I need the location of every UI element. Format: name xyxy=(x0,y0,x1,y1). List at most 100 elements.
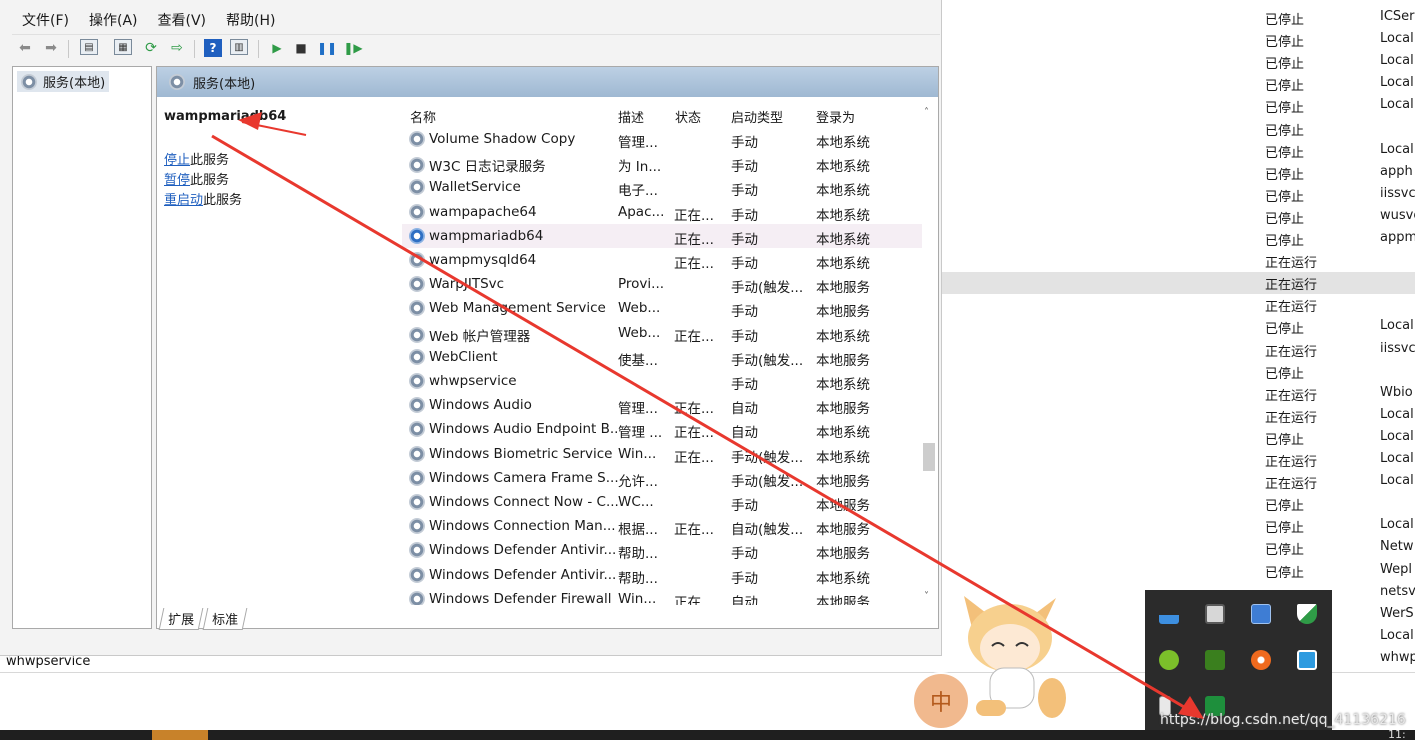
menu-action[interactable]: 操作(A) xyxy=(79,8,148,30)
background-status: 正在运行 xyxy=(1265,300,1318,316)
service-gear-icon xyxy=(409,157,425,174)
column-header-description[interactable]: 描述 xyxy=(618,107,644,126)
background-row: 正在运行 iissvc xyxy=(942,338,1415,360)
shield-icon[interactable] xyxy=(1297,604,1317,624)
tab-extended[interactable]: 扩展 xyxy=(158,608,204,630)
background-status: 已停止 xyxy=(1265,189,1305,205)
service-startup-type: 手动(触发... xyxy=(731,280,804,297)
menu-help[interactable]: 帮助(H) xyxy=(216,8,285,30)
tray-overflow-popup xyxy=(1145,590,1332,730)
service-row[interactable]: Windows Defender Antivir... 帮助... 手动 本地服务 xyxy=(402,538,922,562)
service-log-on-as: 本地系统 xyxy=(816,256,870,272)
background-row: 正在运行 Local xyxy=(942,404,1415,426)
action-suffix: 此服务 xyxy=(190,173,230,188)
taskbar: 11: xyxy=(0,728,1415,740)
service-row[interactable]: wampmysqld64 正在... 手动 本地系统 xyxy=(402,248,922,272)
console-tree-icon[interactable]: ▤ xyxy=(80,39,98,55)
service-row[interactable]: Windows Audio 管理... 正在... 自动 本地服务 xyxy=(402,393,922,417)
restart-service-icon[interactable]: ❚▶ xyxy=(343,39,362,57)
taskbar-active-app[interactable] xyxy=(152,730,208,740)
service-row[interactable]: Volume Shadow Copy 管理... 手动 本地系统 xyxy=(402,127,922,151)
service-name-cell: WebClient xyxy=(409,348,619,365)
help-icon[interactable]: ? xyxy=(204,39,222,57)
background-row: 已停止 xyxy=(942,492,1415,514)
service-row[interactable]: Windows Connect Now - C... WC... 手动 本地服务 xyxy=(402,490,922,514)
input-method-badge[interactable]: 中 xyxy=(912,672,970,730)
scroll-thumb[interactable] xyxy=(923,443,935,471)
background-row: 正在运行 xyxy=(942,249,1415,271)
services-window: 文件(F) 操作(A) 查看(V) 帮助(H) ⬅ ➡ ▤ ▦ ⟳ ⇨ ? ▥ … xyxy=(0,0,942,656)
network-icon[interactable] xyxy=(1159,604,1179,624)
service-row[interactable]: WebClient 使基... 手动(触发... 本地服务 xyxy=(402,345,922,369)
service-row[interactable]: Windows Audio Endpoint B... 管理 ... 正在... 自动… xyxy=(402,417,922,441)
export-list-icon[interactable]: ⇨ xyxy=(168,39,186,57)
service-row[interactable]: wampmariadb64 正在... 手动 本地系统 xyxy=(402,223,922,248)
stop-service-link[interactable]: 停止 xyxy=(164,153,190,168)
service-startup-type: 手动 xyxy=(731,546,758,563)
service-row[interactable]: Windows Biometric Service Win... 正在... 手动(触… xyxy=(402,442,922,466)
service-row[interactable]: WalletService 电子... 手动 本地系统 xyxy=(402,175,922,199)
back-arrow-icon[interactable]: ⬅ xyxy=(16,39,34,57)
tab-standard[interactable]: 标准 xyxy=(202,608,248,630)
service-row[interactable]: WarpJITSvc Provi... 手动(触发... 本地服务 xyxy=(402,272,922,296)
services-detail-pane: 服务(本地) wampmariadb64 停止此服务 暂停此服务 重启动此服务 … xyxy=(156,66,939,630)
service-startup-type: 手动 xyxy=(731,207,758,224)
service-gear-icon xyxy=(409,397,425,414)
menu-view[interactable]: 查看(V) xyxy=(148,8,217,30)
column-header-log-on-as[interactable]: 登录为 xyxy=(816,107,855,126)
service-row[interactable]: Windows Connection Man... 根据... 正在... 自动(触发… xyxy=(402,514,922,538)
service-row[interactable]: Windows Defender Antivir... 帮助... 手动 本地系统 xyxy=(402,563,922,587)
service-status: 正在... xyxy=(674,425,714,442)
scroll-up-icon[interactable]: ˄ xyxy=(924,107,929,118)
background-log-on: Local xyxy=(1380,473,1414,489)
column-header-status[interactable]: 状态 xyxy=(675,107,701,126)
pause-service-link[interactable]: 暂停 xyxy=(164,173,190,188)
service-description: Apac... xyxy=(618,203,665,220)
service-row[interactable]: Web 帐户管理器 Web... 正在... 手动 本地系统 xyxy=(402,321,922,345)
service-log-on-as: 本地服务 xyxy=(816,546,870,563)
start-service-icon[interactable]: ▶ xyxy=(268,39,286,57)
service-name-cell: WarpJITSvc xyxy=(409,276,619,293)
service-row[interactable]: W3C 日志记录服务 为 In... 手动 本地系统 xyxy=(402,151,922,175)
background-status: 已停止 xyxy=(1265,57,1305,73)
service-name-cell: Windows Audio xyxy=(409,397,619,414)
menu-file[interactable]: 文件(F) xyxy=(12,8,79,30)
service-row[interactable]: Windows Camera Frame S... 允许... 手动(触发... 本地… xyxy=(402,466,922,490)
service-name: Windows Audio Endpoint B... xyxy=(429,421,619,438)
scroll-down-icon[interactable]: ˅ xyxy=(924,591,929,602)
service-row[interactable]: Web Management Service Web... 手动 本地服务 xyxy=(402,296,922,320)
service-row[interactable]: whwpservice 手动 本地系统 xyxy=(402,369,922,393)
service-description: Provi... xyxy=(618,276,665,293)
forward-arrow-icon[interactable]: ➡ xyxy=(42,39,60,57)
service-name-cell: wampmysqld64 xyxy=(409,252,619,268)
column-header-name[interactable]: 名称 xyxy=(410,107,436,126)
background-status: 已停止 xyxy=(1265,79,1305,95)
background-row: 已停止 Netw xyxy=(942,536,1415,558)
watermark-text: https://blog.csdn.net/qq_41136216 xyxy=(1160,712,1406,728)
background-log-on: Local xyxy=(1380,53,1414,69)
background-log-on: apph xyxy=(1380,163,1413,179)
service-gear-icon xyxy=(409,542,425,559)
service-name: Volume Shadow Copy xyxy=(429,131,576,147)
wechat-icon[interactable] xyxy=(1159,650,1179,670)
list-vertical-scrollbar[interactable]: ˄ ˅ xyxy=(921,105,937,605)
properties-icon[interactable]: ▦ xyxy=(114,39,132,55)
action-suffix: 此服务 xyxy=(190,153,230,168)
app-window-icon[interactable] xyxy=(1251,604,1271,624)
restart-service-link[interactable]: 重启动 xyxy=(164,193,203,208)
nvidia-icon[interactable] xyxy=(1205,650,1225,670)
service-row[interactable]: wampapache64 Apac... 正在... 手动 本地系统 xyxy=(402,200,922,224)
browser-icon[interactable] xyxy=(1251,650,1271,670)
stop-service-icon[interactable]: ■ xyxy=(292,39,310,57)
view-icon[interactable]: ▥ xyxy=(230,39,248,55)
cloud-icon[interactable] xyxy=(1297,650,1317,670)
background-log-on: Netw xyxy=(1380,539,1414,555)
battery-icon[interactable] xyxy=(1205,604,1225,624)
tree-item-services-local[interactable]: 服务(本地) xyxy=(17,71,110,92)
service-row[interactable]: Windows Defender Firewall Win... 正在... 自动 本地… xyxy=(402,587,922,605)
refresh-icon[interactable]: ⟳ xyxy=(142,39,160,57)
pause-service-icon[interactable]: ❚❚ xyxy=(317,39,337,57)
service-status: 正在... xyxy=(674,207,714,224)
background-status: 已停止 xyxy=(1265,565,1305,581)
column-header-startup-type[interactable]: 启动类型 xyxy=(731,107,783,126)
